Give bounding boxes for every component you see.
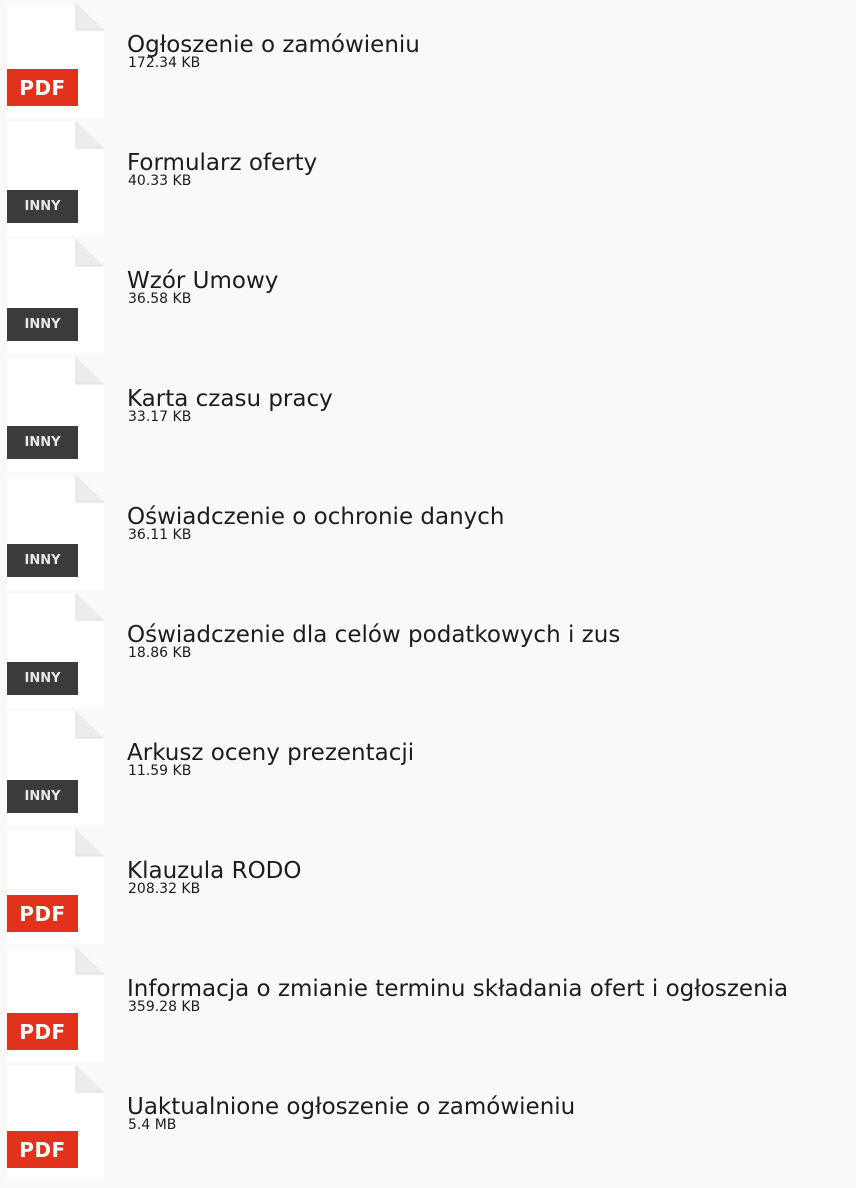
attachment-name[interactable]: Informacja o zmianie terminu składania o…	[127, 974, 788, 1004]
file-type-badge: PDF	[7, 1131, 78, 1168]
file-type-badge: INNY	[7, 780, 78, 813]
attachment-item[interactable]: INNY Formularz oferty 40.33 KB	[0, 118, 856, 236]
attachment-size: 36.11 KB	[128, 527, 192, 543]
other-file-icon: INNY	[4, 472, 104, 590]
file-type-badge: INNY	[7, 308, 78, 341]
other-file-icon: INNY	[4, 590, 104, 708]
attachment-list: PDF Ogłoszenie o zamówieniu 172.34 KB IN…	[0, 0, 856, 1188]
attachment-size: 36.58 KB	[128, 291, 192, 307]
attachment-item[interactable]: PDF Klauzula RODO 208.32 KB	[0, 826, 856, 944]
file-type-badge: INNY	[7, 662, 78, 695]
pdf-file-icon: PDF	[4, 944, 104, 1062]
pdf-file-icon: PDF	[4, 0, 104, 118]
attachment-size: 359.28 KB	[128, 999, 201, 1015]
attachment-size: 208.32 KB	[128, 881, 201, 897]
attachment-item[interactable]: INNY Wzór Umowy 36.58 KB	[0, 236, 856, 354]
attachment-size: 172.34 KB	[128, 55, 201, 71]
other-file-icon: INNY	[4, 118, 104, 236]
attachment-item[interactable]: PDF Ogłoszenie o zamówieniu 172.34 KB	[0, 0, 856, 118]
file-type-badge: INNY	[7, 190, 78, 223]
attachment-name[interactable]: Uaktualnione ogłoszenie o zamówieniu	[127, 1092, 575, 1122]
attachment-item[interactable]: INNY Arkusz oceny prezentacji 11.59 KB	[0, 708, 856, 826]
attachment-item[interactable]: PDF Uaktualnione ogłoszenie o zamówieniu…	[0, 1062, 856, 1180]
file-type-badge: PDF	[7, 1013, 78, 1050]
other-file-icon: INNY	[4, 708, 104, 826]
attachment-size: 5.4 MB	[128, 1117, 177, 1133]
file-type-badge: INNY	[7, 544, 78, 577]
attachment-item[interactable]: INNY Karta czasu pracy 33.17 KB	[0, 354, 856, 472]
attachment-size: 33.17 KB	[128, 409, 192, 425]
file-type-badge: INNY	[7, 426, 78, 459]
file-type-badge: PDF	[7, 69, 78, 106]
attachment-item[interactable]: INNY Oświadczenie dla celów podatkowych …	[0, 590, 856, 708]
attachment-size: 18.86 KB	[128, 645, 192, 661]
file-type-badge: PDF	[7, 895, 78, 932]
attachment-name[interactable]: Oświadczenie dla celów podatkowych i zus	[127, 620, 620, 650]
pdf-file-icon: PDF	[4, 1062, 104, 1180]
attachment-item[interactable]: PDF Informacja o zmianie terminu składan…	[0, 944, 856, 1062]
attachment-item[interactable]: INNY Oświadczenie o ochronie danych 36.1…	[0, 472, 856, 590]
other-file-icon: INNY	[4, 354, 104, 472]
other-file-icon: INNY	[4, 236, 104, 354]
attachment-size: 11.59 KB	[128, 763, 192, 779]
attachment-size: 40.33 KB	[128, 173, 192, 189]
pdf-file-icon: PDF	[4, 826, 104, 944]
